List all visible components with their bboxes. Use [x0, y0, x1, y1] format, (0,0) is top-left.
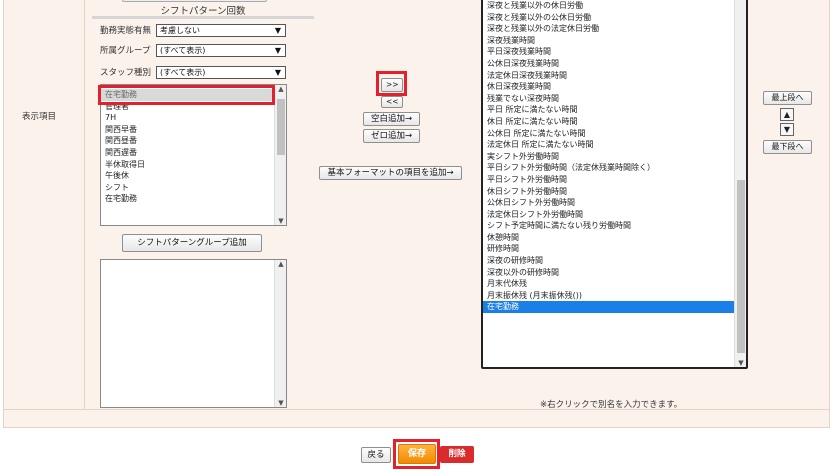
section-title: シフトパターン回数	[92, 7, 314, 19]
list-item[interactable]: 法定休日深夜残業時間	[483, 70, 746, 82]
list-item[interactable]: 7H	[101, 112, 286, 124]
filter-label: 所属グループ	[100, 46, 151, 56]
move-up-icon[interactable]: ▲	[780, 108, 794, 121]
chevron-down-icon: ▼	[274, 45, 281, 55]
scroll-thumb[interactable]	[277, 99, 285, 155]
list-item[interactable]: 休日シフト外労働時間	[483, 186, 746, 198]
shift-group-list[interactable]: ▲ ▼	[100, 259, 287, 408]
chevron-down-icon: ▼	[274, 67, 281, 77]
list-item[interactable]: 午後休	[101, 170, 286, 182]
list-item[interactable]: 公休日シフト外労働時間	[483, 197, 746, 209]
list-item[interactable]: 深夜の研修時間	[483, 255, 746, 267]
list-item-selected[interactable]: 在宅勤務	[483, 301, 746, 314]
scrollbar[interactable]: ▼	[734, 0, 746, 367]
scroll-down-icon[interactable]: ▼	[275, 217, 286, 225]
filter-label: 勤務実態有無	[100, 26, 152, 36]
list-item[interactable]: 平日深夜残業時間	[483, 46, 746, 58]
list-item[interactable]: 深夜残業時間	[483, 35, 746, 47]
filter-label: スタッフ種別	[100, 68, 152, 78]
list-item[interactable]: 休日深夜残業時間	[483, 81, 746, 93]
label-column	[3, 0, 85, 409]
highlight-box	[393, 439, 440, 469]
divider	[3, 409, 830, 410]
list-item[interactable]: 平日 所定に満たない時間	[483, 104, 746, 116]
move-down-icon[interactable]: ▼	[780, 123, 794, 136]
list-item[interactable]: 深夜と残業以外の法定休日労働	[483, 23, 746, 35]
scroll-up-icon[interactable]: ▲	[275, 85, 286, 93]
add-shift-group-button[interactable]: シフトパターングループ追加	[122, 234, 262, 252]
list-item[interactable]: シフト予定時間に満たない残り労働時間	[483, 220, 746, 232]
scroll-down-icon[interactable]: ▼	[275, 399, 286, 407]
chevron-down-icon: ▼	[274, 25, 281, 35]
move-top-button[interactable]: 最上段へ	[763, 91, 812, 105]
scrollbar[interactable]: ▲ ▼	[274, 85, 286, 225]
list-item[interactable]: 在宅勤務	[101, 193, 286, 205]
list-item[interactable]: 研修時間	[483, 243, 746, 255]
rename-hint: ※右クリックで別名を入力できます。	[540, 400, 683, 410]
list-item[interactable]: 平日シフト外労働時間（法定休残業時間除く）	[483, 162, 746, 174]
list-item[interactable]: 月末振休残 (月末振休残())	[483, 290, 746, 302]
list-item[interactable]: 休憩時間	[483, 232, 746, 244]
list-item[interactable]: 平日シフト外労働時間	[483, 174, 746, 186]
list-item[interactable]: 法定休日 所定に満たない時間	[483, 139, 746, 151]
list-item[interactable]: 休日 所定に満たない時間	[483, 116, 746, 128]
list-item[interactable]: 深夜と残業以外の休日労働	[483, 0, 746, 12]
list-item[interactable]: シフト	[101, 182, 286, 194]
work-status-select[interactable]: 考慮しない ▼	[156, 23, 286, 37]
staff-type-select[interactable]: (すべて表示) ▼	[156, 65, 286, 79]
top-button-stub[interactable]	[122, 0, 267, 2]
base-format-add-button[interactable]: 基本フォーマットの項目を追加→	[319, 166, 462, 180]
display-item-list[interactable]: 深夜と残業以外の休日労働 深夜と残業以外の公休日労働 深夜と残業以外の法定休日労…	[481, 0, 748, 369]
list-item[interactable]: 関西早番	[101, 124, 286, 136]
list-item[interactable]: 関西昼番	[101, 135, 286, 147]
list-item[interactable]: 深夜と残業以外の公休日労働	[483, 12, 746, 24]
group-select[interactable]: (すべて表示) ▼	[156, 43, 286, 57]
highlight-box	[98, 85, 275, 105]
list-item[interactable]: 半休取得日	[101, 159, 286, 171]
zero-add-button[interactable]: ゼロ追加→	[363, 129, 420, 143]
move-bottom-button[interactable]: 最下段へ	[763, 140, 812, 154]
list-item[interactable]: 残業でない深夜時間	[483, 93, 746, 105]
list-item[interactable]: 深夜以外の研修時間	[483, 267, 746, 279]
remove-button[interactable]: <<	[381, 96, 403, 108]
scroll-up-icon[interactable]: ▲	[275, 260, 286, 268]
scroll-thumb[interactable]	[737, 180, 745, 353]
delete-button[interactable]: 削除	[440, 446, 474, 463]
filter-group: 所属グループ (すべて表示) ▼	[100, 43, 286, 57]
scrollbar[interactable]: ▲ ▼	[274, 260, 286, 407]
list-item[interactable]: 公休日 所定に満たない時間	[483, 128, 746, 140]
scroll-down-icon[interactable]: ▼	[735, 359, 746, 367]
blank-add-button[interactable]: 空白追加→	[363, 112, 420, 126]
list-item[interactable]: 関西遅番	[101, 147, 286, 159]
list-item[interactable]: 月末代休残	[483, 278, 746, 290]
left-item-list[interactable]: 在宅勤務 管理者 7H 関西早番 関西昼番 関西遅番 半休取得日 午後休 シフト…	[100, 84, 287, 226]
filter-work-status: 勤務実態有無 考慮しない ▼	[100, 23, 286, 37]
list-item[interactable]: 公休日深夜残業時間	[483, 58, 746, 70]
row-label: 表示項目	[22, 112, 57, 122]
highlight-box	[376, 71, 407, 96]
list-item[interactable]: 法定休日シフト外労働時間	[483, 209, 746, 221]
filter-staff-type: スタッフ種別 (すべて表示) ▼	[100, 65, 286, 79]
list-item[interactable]: 実シフト外労働時間	[483, 151, 746, 163]
back-button[interactable]: 戻る	[361, 447, 391, 463]
